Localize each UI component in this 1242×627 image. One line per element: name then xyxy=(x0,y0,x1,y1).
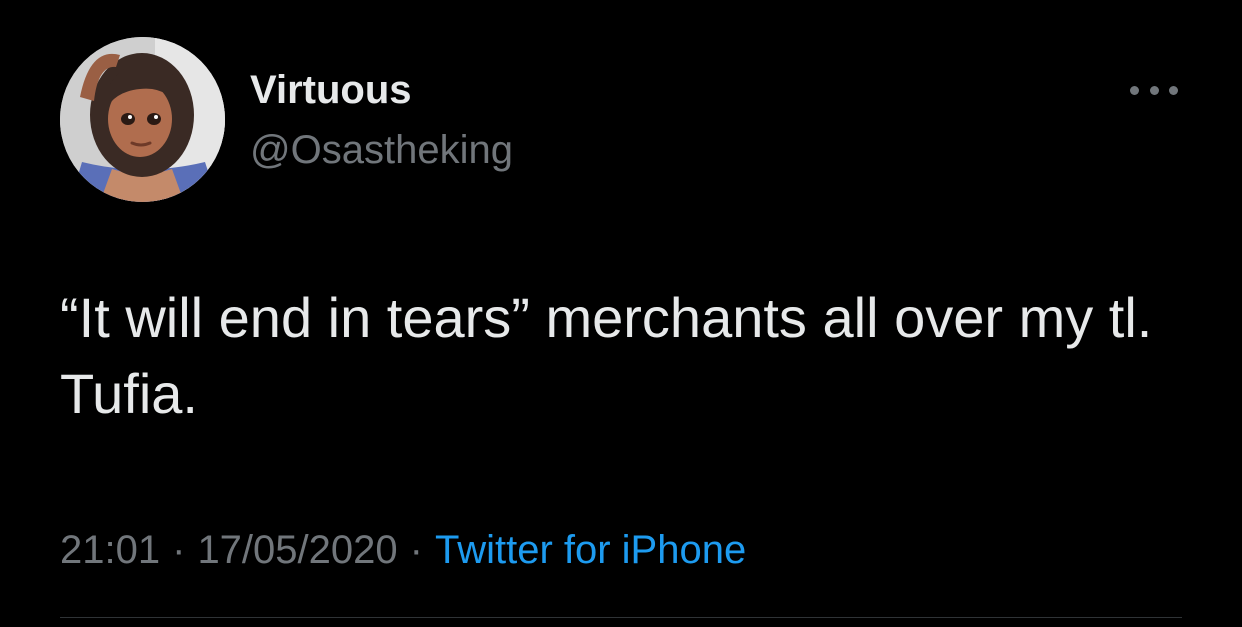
author-display-name[interactable]: Virtuous xyxy=(250,66,412,114)
author-handle[interactable]: @Osastheking xyxy=(250,126,513,174)
tweet-time[interactable]: 21:01 xyxy=(60,528,160,572)
tweet-card: Virtuous @Osastheking “It will end in te… xyxy=(0,0,1242,627)
tweet-date[interactable]: 17/05/2020 xyxy=(197,528,397,572)
tweet-metadata: 21:01 · 17/05/2020 · Twitter for iPhone xyxy=(60,524,746,576)
more-options-button[interactable] xyxy=(1128,74,1180,106)
divider xyxy=(60,617,1182,618)
tweet-source-link[interactable]: Twitter for iPhone xyxy=(435,528,746,572)
meta-separator: · xyxy=(409,528,423,572)
more-horizontal-icon xyxy=(1130,85,1139,95)
avatar-image xyxy=(60,37,225,202)
meta-separator: · xyxy=(172,528,186,572)
avatar[interactable] xyxy=(60,37,225,202)
more-horizontal-icon xyxy=(1149,85,1159,95)
tweet-text: “It will end in tears” merchants all ove… xyxy=(60,286,1153,425)
more-horizontal-icon xyxy=(1169,85,1178,95)
